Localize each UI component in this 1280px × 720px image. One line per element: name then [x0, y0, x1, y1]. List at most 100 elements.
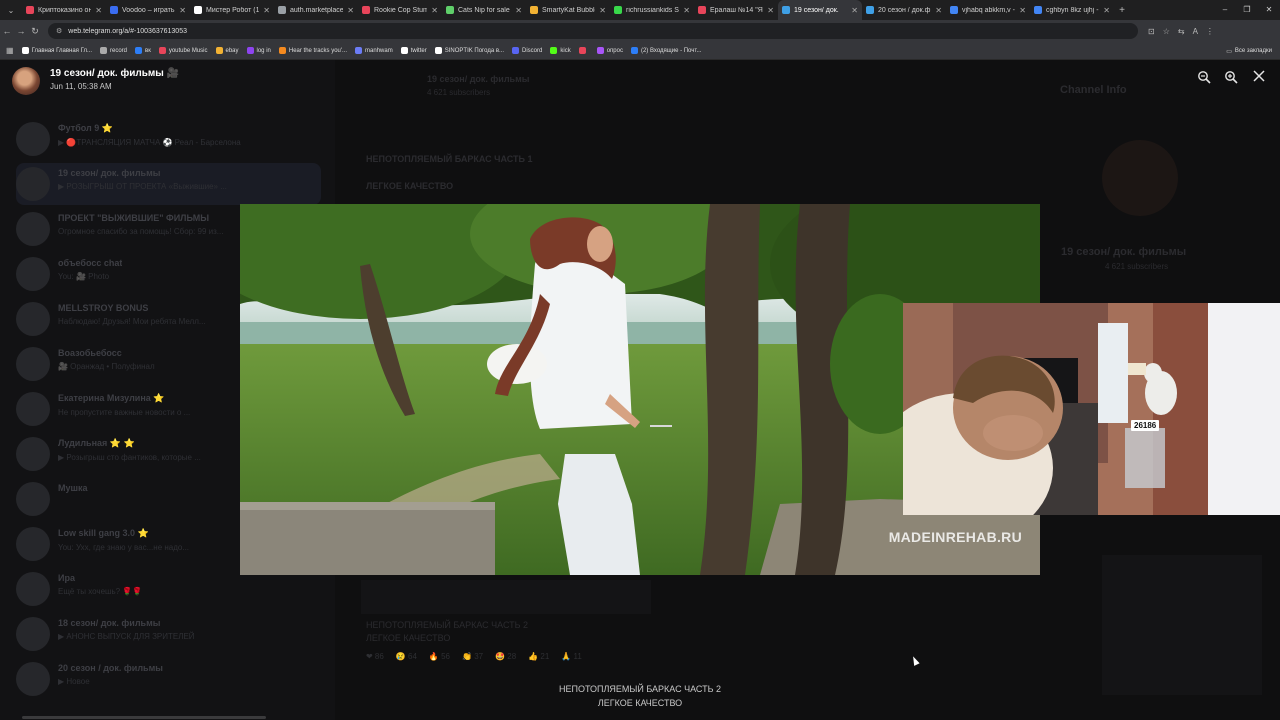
browser-tab[interactable]: Cats Nip for sale | ✕ — [442, 0, 526, 20]
chat-name: 18 сезон/ док. фильмы — [58, 618, 161, 628]
bookmark-favicon-icon — [630, 47, 638, 54]
right-panel-name: 19 сезон/ док. фильмы — [1061, 246, 1187, 258]
bookmark-favicon-icon — [355, 47, 363, 54]
tab-close-icon[interactable]: ✕ — [431, 6, 438, 15]
browser-tab[interactable]: Rookie Cop Stumbl✕ — [358, 0, 442, 20]
maximize-icon[interactable]: ❐ — [1236, 0, 1258, 20]
tab-close-icon[interactable]: ✕ — [599, 6, 606, 15]
bookmark-item[interactable]: kick — [550, 47, 571, 54]
tab-close-icon[interactable]: ✕ — [683, 6, 690, 15]
bookmark-star-icon[interactable]: ☆ — [1163, 27, 1170, 36]
viewer-channel-title[interactable]: 19 сезон/ док. фильмы 🎥 — [50, 68, 179, 79]
browser-tab[interactable]: vjhabq abkkm,v - G ✕ — [946, 0, 1030, 20]
tab-close-icon[interactable]: ✕ — [515, 6, 522, 15]
reaction-chip[interactable]: 🤩 28 — [495, 652, 516, 661]
chat-list-item[interactable]: 18 сезон/ док. фильмы ▶ АНОНС ВЫПУСК ДЛЯ … — [16, 613, 321, 655]
tab-close-icon[interactable]: ✕ — [851, 6, 858, 15]
profile-icon[interactable]: A — [1193, 27, 1198, 36]
menu-icon[interactable]: ⋮ — [1206, 27, 1214, 36]
bookmark-item[interactable]: опрос — [596, 47, 623, 54]
back-icon[interactable]: ← — [0, 26, 14, 36]
url-input[interactable]: ⚙ web.telegram.org/a/#-1003637613053 — [48, 23, 1138, 39]
reload-icon[interactable]: ↻ — [28, 26, 42, 37]
close-window-icon[interactable]: ✕ — [1258, 0, 1280, 20]
reaction-chip[interactable]: 👍 21 — [528, 652, 549, 661]
browser-tab[interactable]: SmartyKat Bubble F ✕ — [526, 0, 610, 20]
reaction-chip[interactable]: 🙏 11 — [561, 652, 582, 661]
bookmark-item[interactable]: youtube Music — [158, 47, 208, 54]
chat-name: Екатерина Мизулина ⭐ — [58, 393, 165, 403]
chat-name: Футбол 9 ⭐ — [58, 123, 113, 133]
chat-list-item[interactable]: 20 сезон / док. фильмы ▶ Новое — [16, 658, 321, 700]
reaction-chip[interactable]: 👏 37 — [462, 652, 483, 661]
tab-close-icon[interactable]: ✕ — [1103, 6, 1110, 15]
bookmark-item[interactable] — [578, 47, 589, 54]
scrollbar[interactable] — [22, 716, 266, 719]
close-viewer-icon[interactable] — [1251, 70, 1267, 86]
bookmark-label: опрос — [606, 47, 623, 54]
chat-list-item[interactable]: Футбол 9 ⭐ ▶ 🔴ТРАНСЛЯЦИЯ МАТЧА ⚽ Реал - Б… — [16, 118, 321, 160]
minimize-icon[interactable]: – — [1214, 0, 1236, 20]
browser-tab[interactable]: Мистер Робот (1-4✕ — [190, 0, 274, 20]
browser-tab[interactable]: Voodoo – играть в ✕ — [106, 0, 190, 20]
bookmark-item[interactable]: Discord — [512, 47, 542, 54]
tab-close-icon[interactable]: ✕ — [1019, 6, 1026, 15]
forward-icon[interactable]: → — [14, 26, 28, 36]
bookmark-item[interactable]: Главная Главная Гл... — [21, 47, 92, 54]
tab-title: Криптоказино онл — [38, 6, 92, 14]
chat-preview: 🎥 Оранжад • Полуфинал — [58, 362, 155, 371]
browser-tab[interactable]: Криптоказино онл ✕ — [22, 0, 106, 20]
site-info-icon[interactable]: ⚙ — [56, 27, 62, 35]
channel-avatar[interactable] — [12, 67, 40, 95]
chat-list-item[interactable]: 19 сезон/ док. фильмы ▶ РОЗЫГРЫШ ОТ ПРОЕК… — [16, 163, 321, 205]
zoom-in-icon[interactable] — [1223, 70, 1239, 86]
tab-search-icon[interactable]: ⌄ — [0, 0, 22, 20]
browser-tab[interactable]: cghbyn 8kz ujhj - G ✕ — [1030, 0, 1114, 20]
bookmark-favicon-icon — [215, 47, 223, 54]
bookmark-item[interactable]: вк — [135, 47, 151, 54]
tab-close-icon[interactable]: ✕ — [263, 6, 270, 15]
chat-preview: Огромное спасибо за помощь! Сбор: 99 из.… — [58, 227, 224, 236]
tab-favicon-icon — [530, 6, 538, 14]
zoom-out-icon[interactable] — [1196, 70, 1212, 86]
chat-avatar — [16, 482, 50, 516]
bookmark-item[interactable]: manhwam — [355, 47, 393, 54]
bookmark-item[interactable]: SINOPTIK Погода в... — [434, 47, 504, 54]
extensions-icon[interactable]: ⇆ — [1178, 27, 1185, 36]
reaction-chip[interactable]: 🔥 56 — [429, 652, 450, 661]
bookmark-item[interactable]: twitter — [400, 47, 427, 54]
tab-close-icon[interactable]: ✕ — [767, 6, 774, 15]
media-viewer-header: 19 сезон/ док. фильмы 🎥 Jun 11, 05:38 AM — [0, 60, 1280, 100]
bookmark-item[interactable]: (2) Входящие - Почт... — [630, 47, 701, 54]
tab-close-icon[interactable]: ✕ — [95, 6, 102, 15]
bookmark-favicon-icon — [400, 47, 408, 54]
bookmark-item[interactable]: record — [99, 47, 127, 54]
apps-icon[interactable]: ▦ — [6, 46, 14, 55]
browser-tab[interactable]: 19 сезон/ док. ✕ — [778, 0, 862, 20]
bookmark-item[interactable]: log in — [246, 47, 271, 54]
reaction-chip[interactable]: ❤ 86 — [366, 652, 384, 661]
browser-tab[interactable]: Ералаш №14 "Я с ✕ — [694, 0, 778, 20]
new-tab-button[interactable]: + — [1114, 5, 1130, 16]
bookmark-item[interactable]: ebay — [215, 47, 239, 54]
chat-name: 20 сезон / док. фильмы — [58, 663, 163, 673]
chat-avatar — [16, 527, 50, 561]
bookmark-label: record — [109, 47, 127, 54]
tab-close-icon[interactable]: ✕ — [935, 6, 942, 15]
browser-tab[interactable]: richrussiankids Stre ✕ — [610, 0, 694, 20]
bookmark-item[interactable]: Hear the tracks you'... — [278, 47, 347, 54]
tab-favicon-icon — [950, 6, 958, 14]
tab-favicon-icon — [446, 6, 454, 14]
bookmark-label: ebay — [225, 47, 239, 54]
all-bookmarks[interactable]: ▭ Все закладки — [1226, 42, 1272, 60]
watermark-text: MADEINREHAB.RU — [888, 529, 1022, 545]
bookmark-favicon-icon — [578, 47, 586, 54]
install-icon[interactable]: ⊡ — [1148, 27, 1155, 36]
tab-close-icon[interactable]: ✕ — [347, 6, 354, 15]
tab-close-icon[interactable]: ✕ — [179, 6, 186, 15]
reaction-chip[interactable]: 😢 64 — [396, 652, 417, 661]
browser-tab[interactable]: 20 сезон / док.фил ✕ — [862, 0, 946, 20]
tab-title: vjhabq abkkm,v - G — [962, 6, 1015, 14]
bookmark-favicon-icon — [434, 47, 442, 54]
browser-tab[interactable]: auth.marketplace.u✕ — [274, 0, 358, 20]
